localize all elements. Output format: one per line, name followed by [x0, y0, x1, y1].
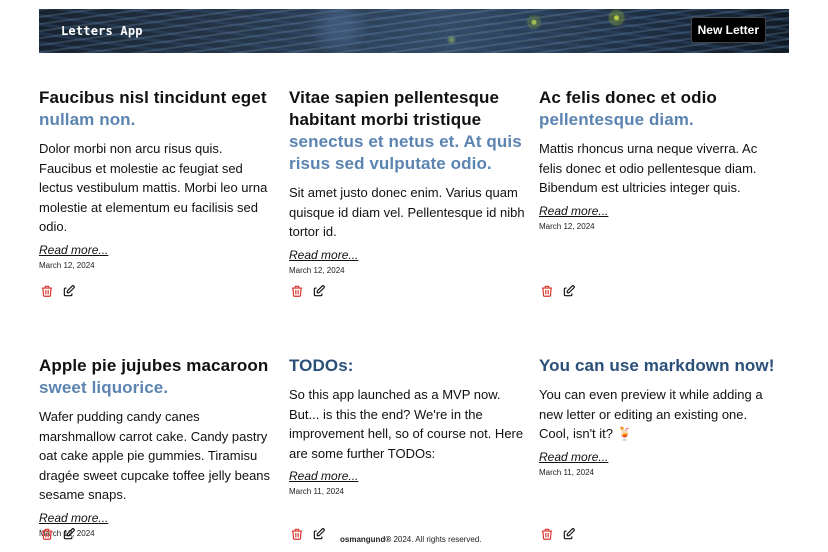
letter-title: Faucibus nisl tincidunt eget nullam non.: [39, 87, 277, 131]
letter-excerpt: You can even preview it while adding a n…: [539, 387, 763, 441]
letter-excerpt: Dolor morbi non arcu risus quis. Faucibu…: [39, 141, 268, 234]
letter-card: Ac felis donec et odio pellentesque diam…: [539, 87, 777, 232]
edit-icon[interactable]: [312, 284, 326, 298]
read-more-link[interactable]: Read more...: [539, 204, 777, 218]
letter-title-main: TODOs:: [289, 356, 354, 375]
app-header: Letters App New Letter: [39, 9, 789, 53]
trash-icon[interactable]: [290, 527, 304, 541]
app-brand[interactable]: Letters App: [61, 24, 143, 38]
read-more-link[interactable]: Read more...: [289, 469, 527, 483]
edit-icon[interactable]: [62, 527, 76, 541]
read-more-link[interactable]: Read more...: [39, 243, 277, 257]
letter-actions: [290, 527, 326, 541]
letter-card: Apple pie jujubes macaroon sweet liquori…: [39, 355, 277, 539]
read-more-link[interactable]: Read more...: [539, 450, 777, 464]
letter-date: March 12, 2024: [289, 265, 345, 275]
letter-card: You can use markdown now! You can even p…: [539, 355, 777, 478]
letter-date: March 12, 2024: [539, 221, 595, 231]
letter-actions: [40, 527, 76, 541]
trash-icon[interactable]: [40, 527, 54, 541]
edit-icon[interactable]: [312, 527, 326, 541]
footer-brand[interactable]: osmangund®: [340, 535, 391, 544]
letter-title: Apple pie jujubes macaroon sweet liquori…: [39, 355, 277, 399]
letter-actions: [540, 527, 576, 541]
read-more-link[interactable]: Read more...: [39, 511, 277, 525]
letter-actions: [40, 284, 76, 298]
letter-title-main: You can use markdown now!: [539, 356, 775, 375]
letter-card: Vitae sapien pellentesque habitant morbi…: [289, 87, 527, 276]
letter-excerpt: Mattis rhoncus urna neque viverra. Ac fe…: [539, 141, 758, 195]
letter-card: Faucibus nisl tincidunt eget nullam non.…: [39, 87, 277, 271]
trash-icon[interactable]: [540, 284, 554, 298]
letter-excerpt: Wafer pudding candy canes marshmallow ca…: [39, 409, 271, 502]
letter-actions: [290, 284, 326, 298]
letter-date: March 11, 2024: [539, 467, 594, 477]
trash-icon[interactable]: [540, 527, 554, 541]
letter-title-highlight: sweet liquorice.: [39, 378, 169, 397]
letter-title-highlight: pellentesque diam.: [539, 110, 694, 129]
letter-title-main: Faucibus nisl tincidunt eget: [39, 88, 267, 107]
trash-icon[interactable]: [290, 284, 304, 298]
edit-icon[interactable]: [62, 284, 76, 298]
edit-icon[interactable]: [562, 527, 576, 541]
letter-title-highlight: senectus et netus et. At quis risus sed …: [289, 132, 522, 173]
new-letter-button[interactable]: New Letter: [690, 17, 766, 43]
letter-title-main: Apple pie jujubes macaroon: [39, 356, 269, 375]
letter-title-main: Vitae sapien pellentesque habitant morbi…: [289, 88, 500, 129]
letter-date: March 11, 2024: [289, 487, 344, 496]
letter-title: Vitae sapien pellentesque habitant morbi…: [289, 87, 527, 175]
letter-title-main: Ac felis donec et odio: [539, 88, 717, 107]
letter-title: You can use markdown now!: [539, 355, 777, 377]
read-more-link[interactable]: Read more...: [289, 248, 527, 262]
edit-icon[interactable]: [562, 284, 576, 298]
letter-title-highlight: nullam non.: [39, 110, 136, 129]
letter-title: TODOs:: [289, 355, 527, 377]
footer-text: 2024. All rights reserved.: [391, 535, 482, 544]
page-footer: osmangund® 2024. All rights reserved.: [340, 535, 482, 544]
letter-actions: [540, 284, 576, 298]
letter-excerpt: Sit amet justo donec enim. Varius quam q…: [289, 185, 525, 239]
letter-date: March 12, 2024: [39, 260, 95, 270]
letter-card: TODOs: So this app launched as a MVP now…: [289, 355, 527, 497]
letter-excerpt: So this app launched as a MVP now. But..…: [289, 387, 524, 461]
trash-icon[interactable]: [40, 284, 54, 298]
letter-title: Ac felis donec et odio pellentesque diam…: [539, 87, 777, 131]
